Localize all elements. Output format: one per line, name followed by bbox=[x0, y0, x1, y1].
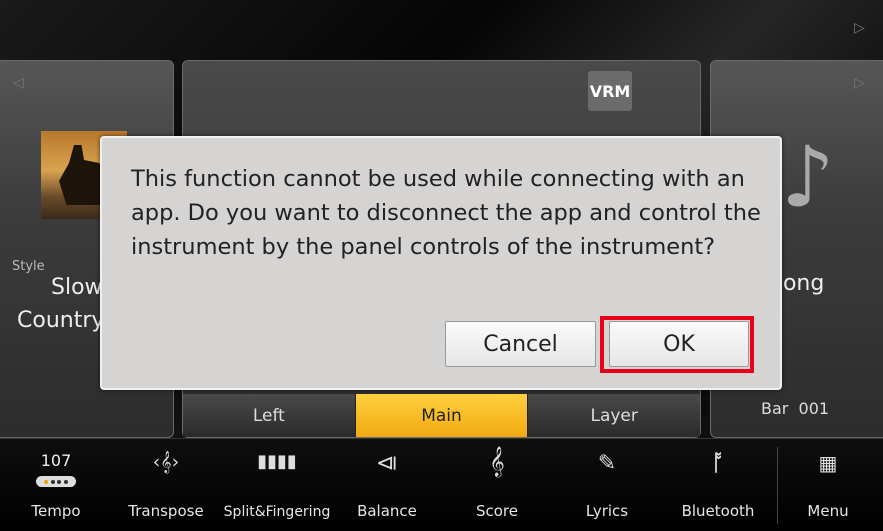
bottom-toolbar: 107 Tempo ‹𝄞› Transpose ▮▮▮▮ Split&Finge… bbox=[0, 438, 883, 531]
lyrics-button[interactable]: ✎ Lyrics bbox=[576, 439, 638, 531]
grid-menu-icon: ▦ bbox=[818, 451, 838, 475]
bluetooth-button[interactable]: ᚩ Bluetooth bbox=[676, 439, 760, 531]
toolbar-divider bbox=[777, 447, 778, 524]
bluetooth-icon: ᚩ bbox=[711, 451, 725, 476]
lyrics-icon: ✎ bbox=[597, 451, 617, 476]
transpose-label: Transpose bbox=[128, 502, 204, 520]
vrm-badge: VRM bbox=[588, 71, 632, 111]
lyrics-label: Lyrics bbox=[585, 502, 629, 520]
split-fingering-button[interactable]: ▮▮▮▮ Split&Fingering bbox=[223, 439, 331, 531]
balance-label: Balance bbox=[357, 502, 417, 520]
music-note-icon: ♪ bbox=[781, 128, 835, 226]
next-page-arrow-icon[interactable]: ▷ bbox=[854, 20, 865, 36]
keyboard-split-icon: ▮▮▮▮ bbox=[257, 451, 297, 472]
tempo-value: 107 bbox=[40, 451, 72, 470]
transpose-button[interactable]: ‹𝄞› Transpose bbox=[121, 439, 211, 531]
tempo-icon bbox=[36, 476, 76, 487]
score-label: Score bbox=[475, 502, 518, 520]
balance-button[interactable]: ⧏ Balance bbox=[350, 439, 424, 531]
tab-left[interactable]: Left bbox=[183, 394, 356, 437]
prev-arrow-icon[interactable]: ◁ bbox=[13, 75, 24, 91]
treble-clef-icon: 𝄞 bbox=[489, 447, 505, 477]
tempo-button[interactable]: 107 Tempo bbox=[18, 439, 94, 531]
tab-layer[interactable]: Layer bbox=[528, 394, 701, 437]
transpose-icon: ‹𝄞› bbox=[152, 451, 180, 473]
bar-label: Bar bbox=[761, 399, 789, 418]
score-button[interactable]: 𝄞 Score bbox=[465, 439, 529, 531]
part-tabs: Left Main Layer bbox=[183, 394, 701, 437]
split-fingering-label: Split&Fingering bbox=[223, 504, 331, 520]
menu-label: Menu bbox=[807, 502, 849, 520]
menu-button[interactable]: ▦ Menu bbox=[796, 439, 860, 531]
dialog-message: This function cannot be used while conne… bbox=[131, 166, 761, 260]
tempo-label: Tempo bbox=[31, 502, 81, 520]
ok-button[interactable]: OK bbox=[609, 321, 749, 367]
balance-slider-icon: ⧏ bbox=[376, 451, 398, 476]
next-arrow-icon[interactable]: ▷ bbox=[854, 75, 865, 91]
bar-value: 001 bbox=[798, 399, 830, 418]
confirm-dialog: This function cannot be used while conne… bbox=[100, 136, 782, 390]
cancel-button[interactable]: Cancel bbox=[445, 321, 596, 367]
tab-main[interactable]: Main bbox=[355, 394, 529, 437]
bar-counter: Bar 001 bbox=[761, 399, 829, 418]
bluetooth-label: Bluetooth bbox=[681, 502, 755, 520]
screen: ▷ ◁ Style Slow Country VRM ▷ ♪ Song Bar … bbox=[0, 0, 883, 531]
